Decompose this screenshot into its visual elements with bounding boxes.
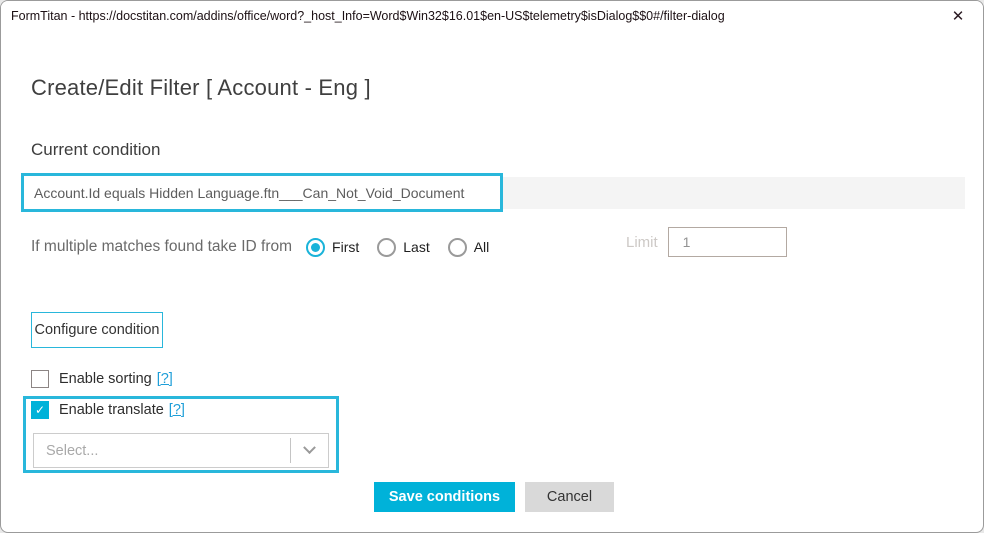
limit-input[interactable]	[667, 227, 787, 257]
radio-first[interactable]: First	[306, 237, 360, 257]
radio-last-label: Last	[403, 239, 430, 255]
check-icon: ✓	[34, 403, 46, 417]
titlebar: FormTitan - https://docstitan.com/addins…	[1, 1, 983, 31]
current-condition-heading: Current condition	[31, 140, 161, 159]
match-row: If multiple matches found take ID from F…	[31, 232, 963, 262]
radio-first-label: First	[332, 239, 360, 255]
page-title: Create/Edit Filter [ Account - Eng ]	[31, 75, 371, 100]
filter-dialog-window: FormTitan - https://docstitan.com/addins…	[0, 0, 984, 533]
translate-select-placeholder: Select...	[46, 442, 99, 459]
enable-sorting-row: Enable sorting [?]	[31, 370, 173, 388]
close-icon[interactable]: ✕	[947, 5, 969, 27]
save-conditions-button[interactable]: Save conditions	[374, 482, 515, 512]
radio-last[interactable]: Last	[377, 237, 430, 257]
match-radio-group: First Last All	[306, 237, 507, 257]
radio-all-circle[interactable]	[447, 237, 467, 257]
sorting-help-link[interactable]: [?]	[157, 371, 173, 387]
enable-sorting-label: Enable sorting	[59, 371, 152, 387]
limit-label: Limit	[626, 233, 658, 251]
cancel-button[interactable]: Cancel	[525, 482, 614, 512]
condition-text: Account.Id equals Hidden Language.ftn___…	[34, 184, 465, 201]
limit-group: Limit	[626, 227, 787, 257]
translate-help-link[interactable]: [?]	[169, 402, 185, 418]
translate-select[interactable]: Select...	[33, 433, 329, 468]
enable-sorting-checkbox[interactable]	[31, 370, 49, 388]
enable-translate-row: ✓ Enable translate [?]	[31, 401, 185, 419]
chevron-down-icon[interactable]	[291, 441, 328, 455]
enable-translate-label: Enable translate	[59, 402, 164, 418]
radio-all[interactable]: All	[447, 237, 490, 257]
configure-condition-button[interactable]: Configure condition	[31, 312, 163, 348]
radio-last-circle[interactable]	[377, 237, 397, 257]
radio-first-circle[interactable]	[306, 237, 326, 257]
condition-highlight-box: Account.Id equals Hidden Language.ftn___…	[21, 173, 503, 212]
radio-all-label: All	[473, 239, 490, 255]
match-label: If multiple matches found take ID from	[31, 238, 293, 255]
window-title: FormTitan - https://docstitan.com/addins…	[11, 9, 725, 23]
enable-translate-checkbox[interactable]: ✓	[31, 401, 49, 419]
